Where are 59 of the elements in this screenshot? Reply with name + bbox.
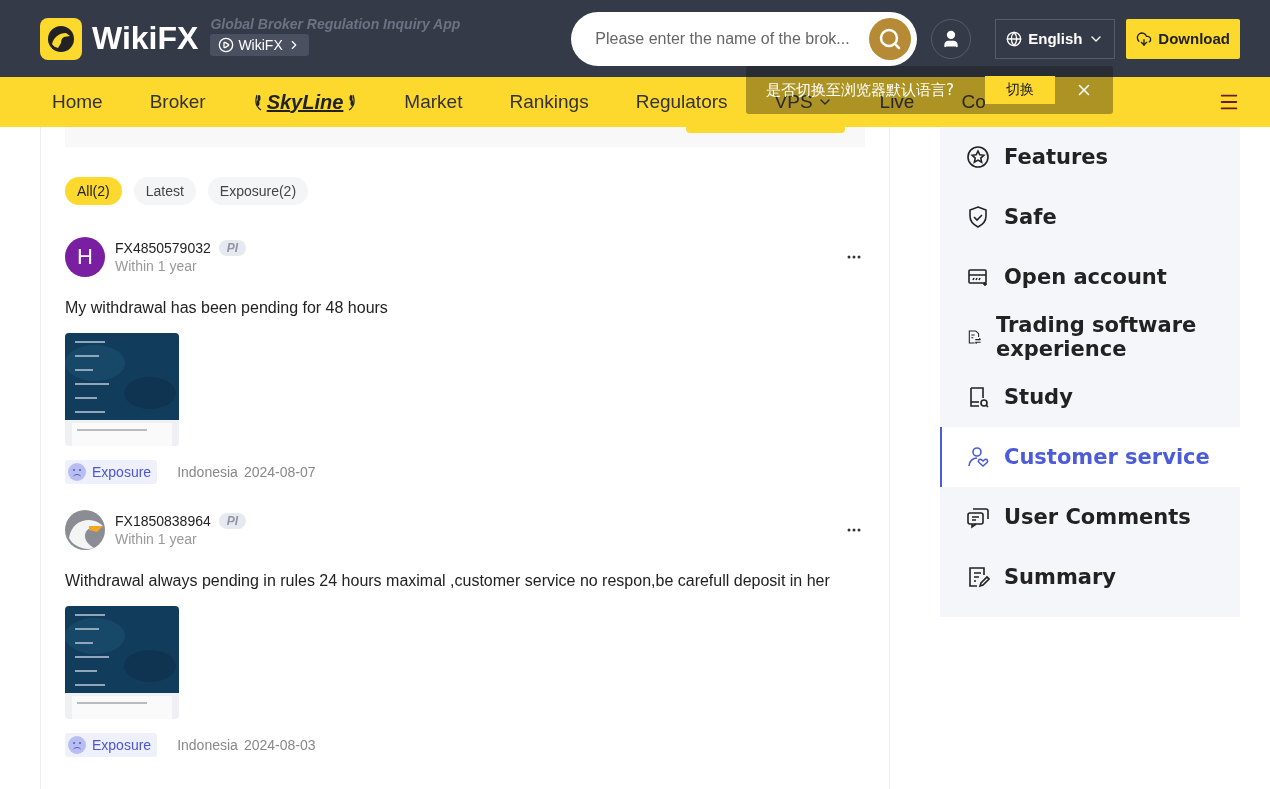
sidebar-item[interactable]: Safe bbox=[940, 187, 1240, 247]
search-field[interactable]: Please enter the name of the brok... bbox=[571, 11, 918, 66]
tag-label: Exposure bbox=[92, 737, 152, 753]
tagline: Global Broker Regulation Inquiry App bbox=[210, 15, 461, 32]
sad-face-icon bbox=[67, 462, 87, 482]
nav-item[interactable]: Co bbox=[961, 91, 986, 113]
skyline-link[interactable]: SkyLine bbox=[252, 90, 358, 114]
username: FX1850838964 bbox=[115, 513, 211, 529]
comments-icon bbox=[966, 505, 990, 529]
search-icon bbox=[878, 26, 903, 51]
pi-badge: PI bbox=[218, 513, 247, 529]
globe-icon bbox=[1006, 30, 1023, 47]
cloud-download-icon bbox=[1136, 30, 1153, 47]
shield-icon bbox=[966, 205, 990, 229]
username: FX4850579032 bbox=[115, 240, 211, 256]
more-icon bbox=[847, 528, 861, 532]
pi-badge: PI bbox=[218, 240, 247, 256]
summary-icon bbox=[966, 565, 990, 589]
filter-chip[interactable]: Exposure(2) bbox=[207, 177, 309, 205]
switch-button[interactable]: 切换 bbox=[985, 76, 1055, 104]
language-button[interactable]: English bbox=[995, 18, 1116, 59]
sidebar-item[interactable]: Customer service bbox=[940, 427, 1240, 487]
download-button[interactable]: Download bbox=[1126, 18, 1240, 59]
nav-item[interactable]: Home bbox=[52, 91, 103, 113]
logo-text[interactable]: WikiFX bbox=[92, 20, 199, 57]
post-time: Within 1 year bbox=[115, 531, 198, 547]
user-heart-icon bbox=[966, 445, 990, 469]
nav-item[interactable]: Broker bbox=[149, 91, 206, 113]
nav-item[interactable]: Market bbox=[404, 91, 463, 113]
more-icon bbox=[847, 255, 861, 259]
post-text: Withdrawal always pending in rules 24 hours maximal ,customer service no respon,be carefull deposit in her bbox=[65, 571, 831, 591]
filter-chip[interactable]: All(2) bbox=[65, 177, 122, 205]
tag-label: Exposure bbox=[92, 464, 152, 480]
sidebar-item[interactable]: User Comments bbox=[940, 487, 1240, 547]
post-location: Indonesia 2024-08-07 bbox=[177, 464, 316, 480]
app-link[interactable]: WikiFX bbox=[210, 33, 309, 56]
post-location: Indonesia 2024-08-03 bbox=[177, 737, 316, 753]
search-button[interactable] bbox=[869, 17, 912, 60]
nav-item[interactable]: Rankings bbox=[509, 91, 589, 113]
sidebar-item[interactable]: Open account bbox=[940, 247, 1240, 307]
eagle-avatar-icon bbox=[65, 510, 105, 550]
play-icon bbox=[218, 36, 235, 53]
nav-item[interactable]: Regulators bbox=[635, 91, 728, 113]
more-button[interactable] bbox=[847, 528, 861, 532]
sidebar-item[interactable]: Summary bbox=[940, 547, 1240, 607]
laurel-icon bbox=[252, 93, 263, 111]
post-date: 2024-08-07 bbox=[243, 464, 316, 480]
avatar: H bbox=[65, 237, 105, 277]
post-date: 2024-08-03 bbox=[243, 737, 316, 753]
laurel-icon bbox=[347, 93, 358, 111]
sidebar-item[interactable]: Features bbox=[940, 127, 1240, 187]
post-time: Within 1 year bbox=[115, 258, 198, 274]
logo-icon[interactable] bbox=[40, 17, 82, 60]
post-text: My withdrawal has been pending for 48 hours bbox=[65, 298, 389, 318]
more-button[interactable] bbox=[847, 255, 861, 259]
sad-face-icon bbox=[67, 735, 87, 755]
filter-chip[interactable]: Latest bbox=[133, 177, 196, 205]
sidebar-item[interactable]: Trading software experience bbox=[940, 307, 1240, 367]
sidebar-item[interactable]: Study bbox=[940, 367, 1240, 427]
